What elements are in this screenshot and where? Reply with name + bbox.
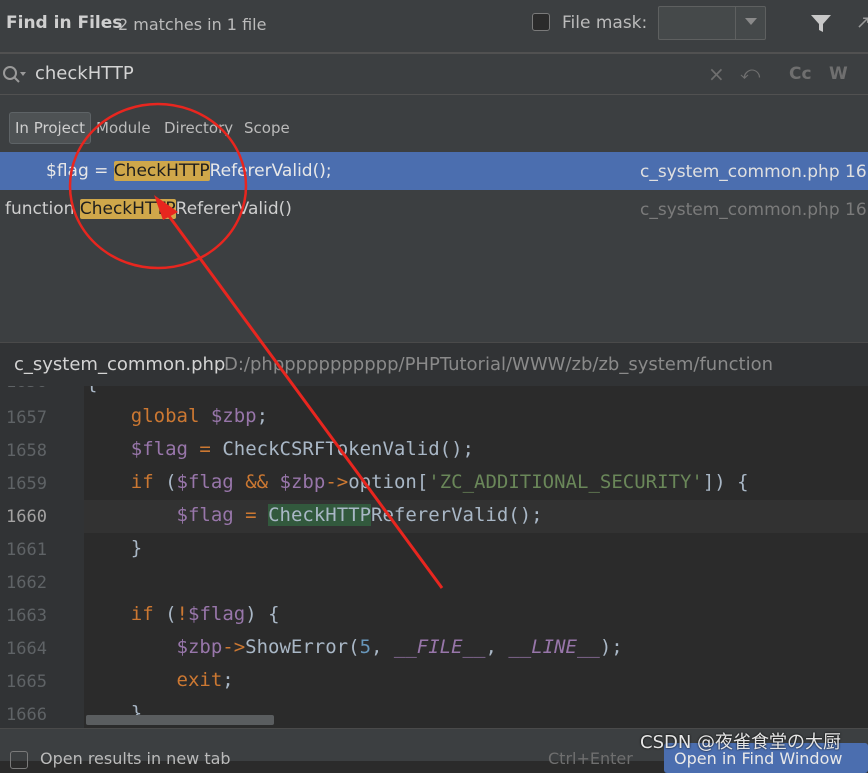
- find-in-files-header: Find in Files 2 matches in 1 file File m…: [0, 0, 868, 52]
- code-line: }: [84, 533, 868, 566]
- search-input[interactable]: checkHTTP: [35, 63, 134, 84]
- preview-file-name: c_system_common.php: [14, 354, 226, 375]
- result-suffix: RefererValid(): [175, 199, 292, 219]
- code-line: $flag = CheckCSRFTokenValid();: [84, 434, 868, 467]
- result-code: $flag = CheckHTTPRefererValid();: [46, 161, 332, 181]
- regex-icon[interactable]: ⤺: [740, 62, 760, 84]
- line-number: 1659: [6, 474, 47, 494]
- line-number: 1660: [6, 507, 47, 527]
- match-count: 2 matches in 1 file: [118, 15, 267, 34]
- results-list: $flag = CheckHTTPRefererValid(); c_syste…: [0, 152, 868, 342]
- open-new-tab-label: Open results in new tab: [40, 749, 231, 768]
- filter-icon[interactable]: [810, 14, 832, 34]
- result-row[interactable]: $flag = CheckHTTPRefererValid(); c_syste…: [0, 152, 868, 190]
- code-line: if (!$flag) {: [84, 599, 868, 632]
- words-icon[interactable]: W: [829, 64, 848, 84]
- watermark: CSDN @夜雀食堂の大厨: [640, 732, 842, 753]
- shortcut-hint: Ctrl+Enter: [548, 749, 633, 768]
- code-text: $flag = CheckCSRFTokenValid();: [130, 438, 474, 460]
- code-text: global $zbp;: [130, 405, 269, 427]
- file-mask-divider: [735, 6, 736, 40]
- match-highlight: CheckHTTP: [79, 199, 176, 219]
- result-prefix: $flag =: [46, 161, 114, 181]
- tab-directory[interactable]: Directory: [164, 119, 233, 137]
- horizontal-scrollbar[interactable]: [86, 715, 274, 725]
- open-new-tab-checkbox[interactable]: [10, 751, 28, 769]
- code-text: $flag = CheckHTTPRefererValid();: [176, 504, 543, 526]
- line-number: 1663: [6, 606, 47, 626]
- brace: {: [86, 386, 97, 394]
- result-file: c_system_common.php 16: [640, 200, 867, 220]
- line-number: 1662: [6, 573, 47, 593]
- code-line: $zbp->ShowError(5, __FILE__, __LINE__);: [84, 632, 868, 665]
- code-line: exit;: [84, 665, 868, 698]
- tab-module[interactable]: Module: [96, 119, 151, 137]
- chevron-down-icon[interactable]: [745, 18, 757, 25]
- line-number: 1658: [6, 441, 47, 461]
- preview-file-path: D:/phppppppppppp/PHPTutorial/WWW/zb/zb_s…: [224, 354, 773, 375]
- code-line: {: [84, 386, 868, 401]
- result-file: c_system_common.php 16: [640, 162, 867, 182]
- result-prefix: function: [5, 199, 80, 219]
- file-mask-label: File mask:: [562, 13, 648, 33]
- pin-icon[interactable]: ↗: [856, 12, 868, 33]
- tab-scope[interactable]: Scope: [244, 119, 290, 137]
- line-number-gutter: 1656 1657 1658 1659 1660 1661 1662 1663 …: [0, 386, 84, 728]
- line-number: 1661: [6, 540, 47, 560]
- search-row: checkHTTP × ⤺ Cc W: [0, 54, 868, 94]
- code-line: if ($flag && $zbp->option['ZC_ADDITIONAL…: [84, 467, 868, 500]
- dialog-title: Find in Files: [6, 13, 123, 33]
- line-number: 1665: [6, 672, 47, 692]
- preview-path-bar: c_system_common.php D:/phppppppppppp/PHP…: [0, 342, 868, 387]
- match-highlight: CheckHTTP: [113, 161, 210, 181]
- scope-tabs: In Project Module Directory Scope: [0, 95, 868, 152]
- code-text: if (!$flag) {: [130, 603, 280, 625]
- current-code-line: $flag = CheckHTTPRefererValid();: [84, 500, 868, 533]
- line-number: 1664: [6, 639, 47, 659]
- code-preview[interactable]: 1656 1657 1658 1659 1660 1661 1662 1663 …: [0, 386, 868, 728]
- code-text: }: [85, 537, 143, 559]
- match-case-icon[interactable]: Cc: [789, 64, 812, 84]
- code-text: if ($flag && $zbp->option['ZC_ADDITIONAL…: [130, 471, 749, 493]
- code-text: exit;: [176, 669, 234, 691]
- file-mask-checkbox[interactable]: [532, 13, 550, 31]
- line-number: 1657: [6, 408, 47, 428]
- result-row[interactable]: function CheckHTTPRefererValid() c_syste…: [0, 190, 868, 228]
- line-number: 1666: [6, 705, 47, 725]
- result-suffix: RefererValid();: [209, 161, 332, 181]
- result-code: function CheckHTTPRefererValid(): [5, 199, 292, 219]
- search-icon[interactable]: [2, 64, 28, 86]
- clear-icon[interactable]: ×: [708, 62, 725, 86]
- line-number: 1656: [6, 386, 47, 392]
- tab-in-project[interactable]: In Project: [9, 112, 92, 144]
- code-text: $zbp->ShowError(5, __FILE__, __LINE__);: [176, 636, 623, 658]
- code-line: global $zbp;: [84, 401, 868, 434]
